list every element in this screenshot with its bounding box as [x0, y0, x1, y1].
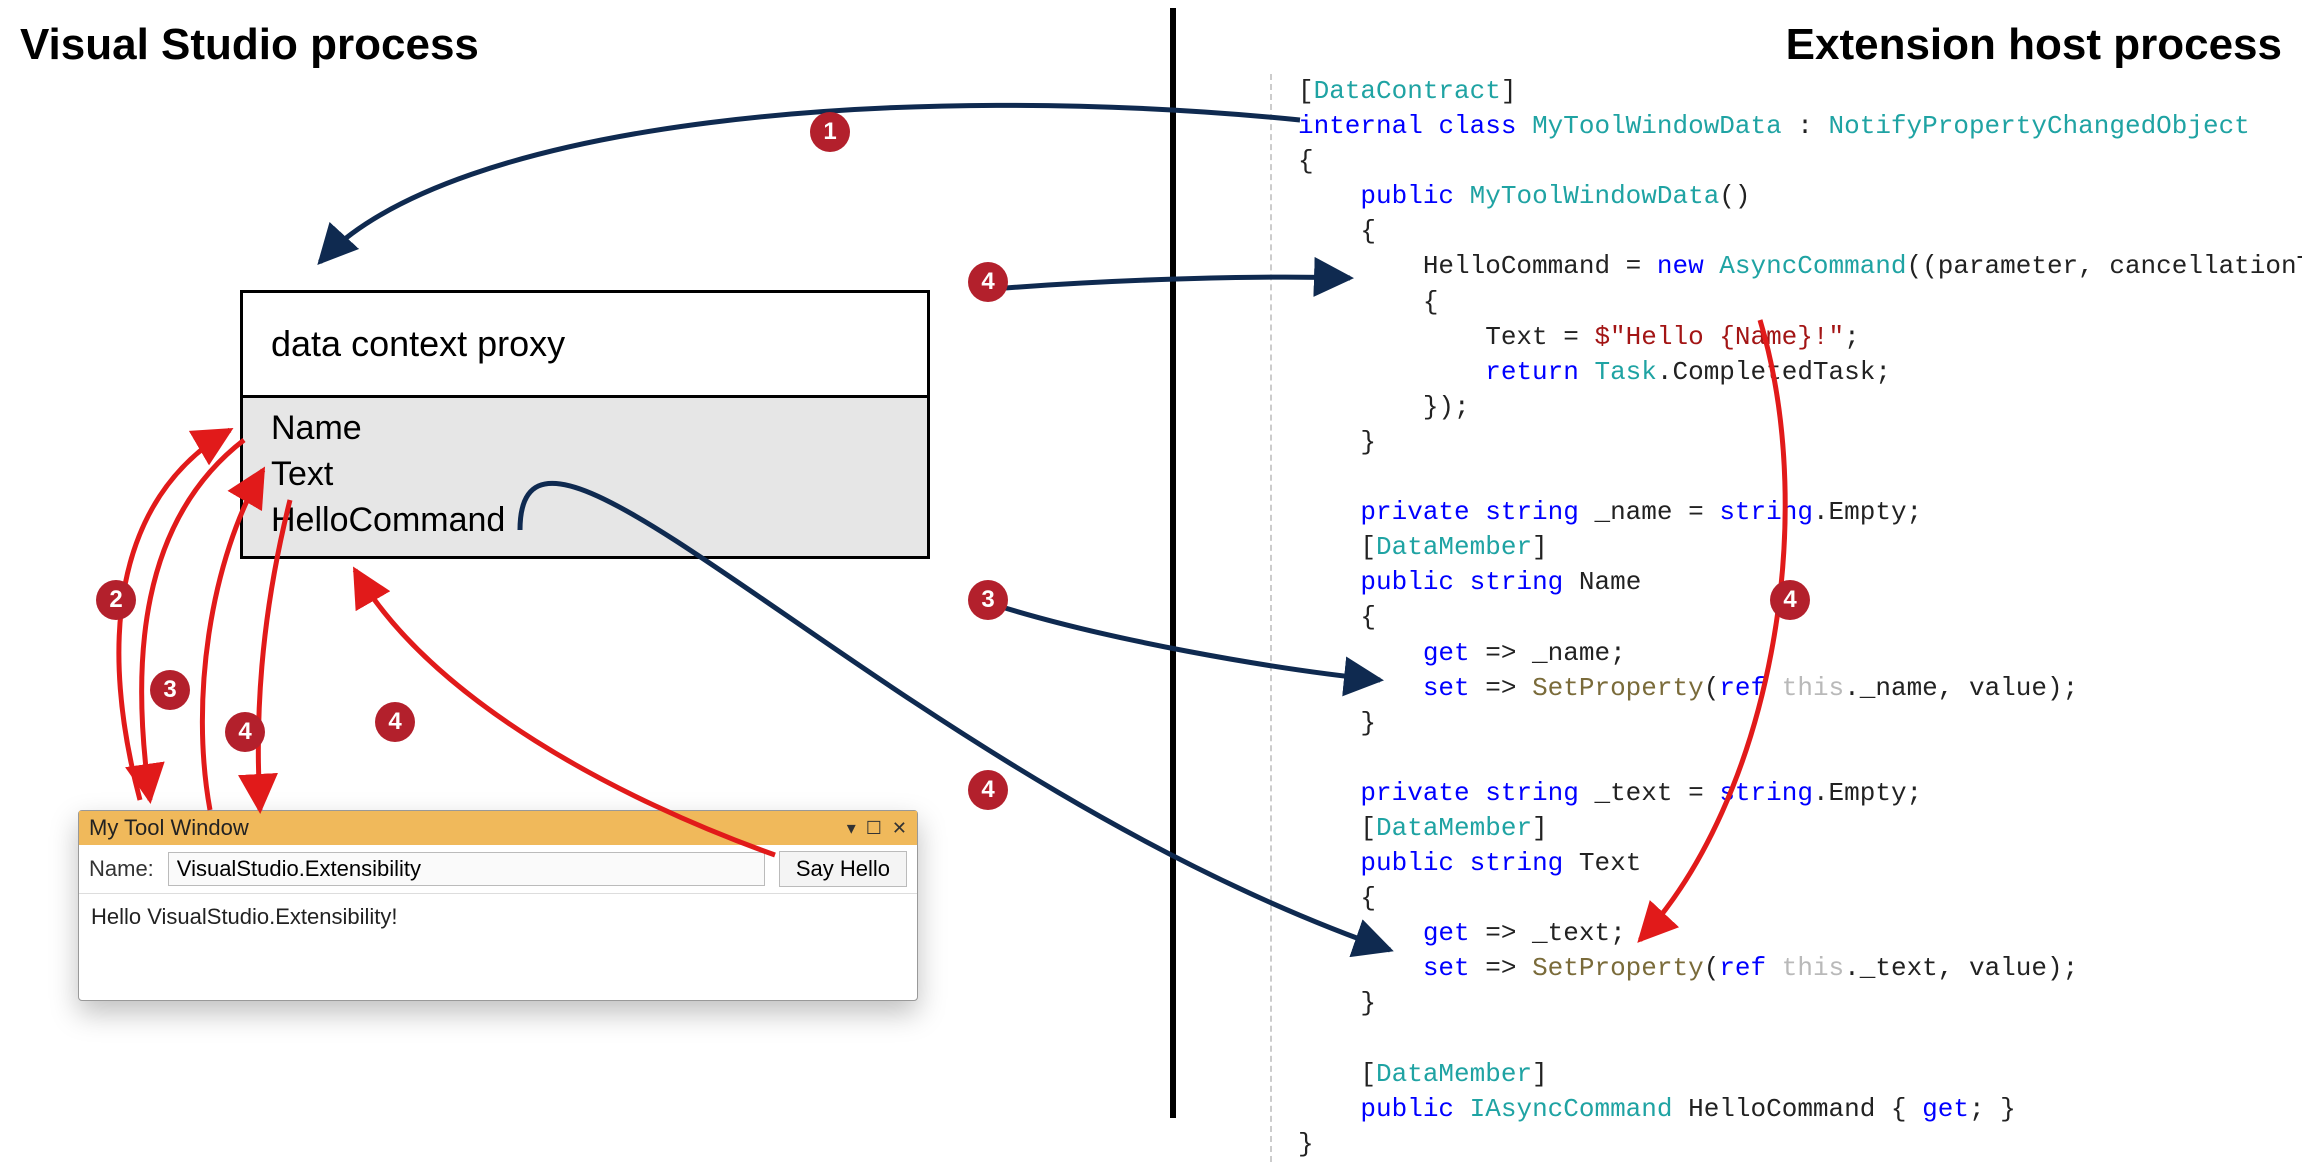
- code-line: return Task.CompletedTask;: [1298, 355, 2302, 390]
- data-context-proxy-box: data context proxy Name Text HelloComman…: [240, 290, 930, 559]
- maximize-icon[interactable]: ☐: [866, 818, 882, 839]
- proxy-members: Name Text HelloCommand: [243, 398, 927, 556]
- heading-extension-host: Extension host process: [1786, 20, 2282, 70]
- code-line: [1298, 460, 2302, 495]
- badge-4-top: 4: [968, 262, 1008, 302]
- code-line: internal class MyToolWindowData : Notify…: [1298, 109, 2302, 144]
- proxy-member-hellocommand: HelloCommand: [271, 498, 899, 544]
- code-line: set => SetProperty(ref this._name, value…: [1298, 671, 2302, 706]
- badge-2: 2: [96, 580, 136, 620]
- tool-window-output: Hello VisualStudio.Extensibility!: [79, 894, 917, 1000]
- tool-window: My Tool Window ▾ ☐ ✕ Name: Say Hello Hel…: [78, 810, 918, 1001]
- code-line: get => _text;: [1298, 916, 2302, 951]
- badge-1: 1: [810, 112, 850, 152]
- tool-window-input-row: Name: Say Hello: [79, 845, 917, 894]
- tool-window-title: My Tool Window: [89, 815, 249, 841]
- code-line: {: [1298, 144, 2302, 179]
- name-label: Name:: [89, 856, 154, 882]
- code-line: }: [1298, 706, 2302, 741]
- badge-4-right: 4: [1770, 580, 1810, 620]
- badge-3-left: 3: [150, 670, 190, 710]
- heading-vs-process: Visual Studio process: [20, 20, 479, 70]
- code-line: }: [1298, 425, 2302, 460]
- proxy-member-text: Text: [271, 452, 899, 498]
- code-line: public IAsyncCommand HelloCommand { get;…: [1298, 1092, 2302, 1127]
- code-line: {: [1298, 285, 2302, 320]
- code-line: [DataMember]: [1298, 530, 2302, 565]
- badge-4-bottom: 4: [968, 770, 1008, 810]
- code-line: [1298, 741, 2302, 776]
- code-line: [DataMember]: [1298, 811, 2302, 846]
- code-line: [1298, 1022, 2302, 1057]
- say-hello-button[interactable]: Say Hello: [779, 851, 907, 887]
- proxy-member-name: Name: [271, 406, 899, 452]
- code-line: }: [1298, 986, 2302, 1021]
- arrow-2-down: [142, 440, 244, 800]
- code-line: }: [1298, 1127, 2302, 1162]
- code-line: set => SetProperty(ref this._text, value…: [1298, 951, 2302, 986]
- arrow-2-up: [119, 430, 230, 800]
- badge-3-right: 3: [968, 580, 1008, 620]
- code-line: HelloCommand = new AsyncCommand((paramet…: [1298, 249, 2302, 284]
- code-line: [DataMember]: [1298, 1057, 2302, 1092]
- process-divider: [1170, 8, 1176, 1118]
- tool-window-titlebar: My Tool Window ▾ ☐ ✕: [79, 811, 917, 845]
- badge-4-curve: 4: [375, 702, 415, 742]
- code-line: get => _name;: [1298, 636, 2302, 671]
- close-icon[interactable]: ✕: [892, 818, 907, 839]
- proxy-title: data context proxy: [243, 293, 927, 398]
- code-line: {: [1298, 881, 2302, 916]
- dropdown-icon[interactable]: ▾: [847, 818, 856, 839]
- code-line: {: [1298, 214, 2302, 249]
- code-line: Text = $"Hello {Name}!";: [1298, 320, 2302, 355]
- code-line: [DataContract]: [1298, 74, 2302, 109]
- code-line: public MyToolWindowData(): [1298, 179, 2302, 214]
- code-line: private string _text = string.Empty;: [1298, 776, 2302, 811]
- code-line: });: [1298, 390, 2302, 425]
- name-input[interactable]: [168, 852, 765, 886]
- code-line: public string Text: [1298, 846, 2302, 881]
- badge-4-left: 4: [225, 712, 265, 752]
- code-line: private string _name = string.Empty;: [1298, 495, 2302, 530]
